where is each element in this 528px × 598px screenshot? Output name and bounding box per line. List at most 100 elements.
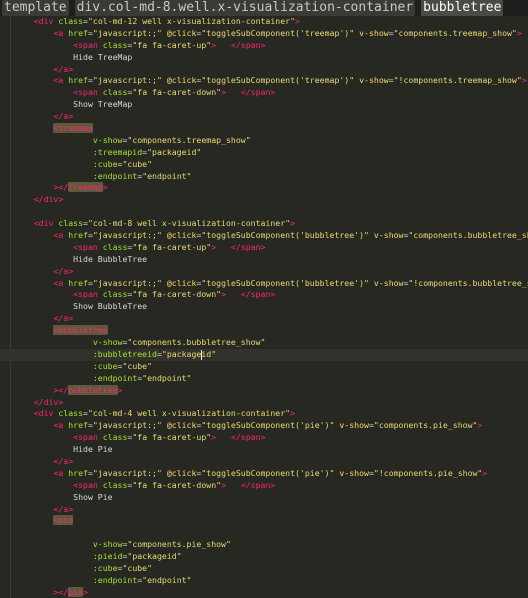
code-line[interactable]: v-show="components.pie_show" [0, 539, 528, 551]
code-line[interactable]: <a href="javascript:;" @click="toggleSub… [0, 278, 528, 290]
code-token: </span> [240, 479, 276, 490]
code-line[interactable]: </a> [0, 64, 528, 76]
code-token: </a> [53, 455, 74, 466]
code-line[interactable]: <a href="javascript:;" @click="toggleSub… [0, 28, 528, 40]
code-line[interactable]: Hide BubbleTree [0, 254, 528, 266]
code-line[interactable]: <a href="javascript:;" @click="toggleSub… [0, 75, 528, 87]
code-line[interactable]: Show BubbleTree [0, 301, 528, 313]
code-token: > [290, 218, 296, 229]
code-line[interactable]: <treemap [0, 123, 528, 135]
code-line[interactable]: :treemapid="packageid" [0, 147, 528, 159]
code-line[interactable]: :endpoint="endpoint" [0, 171, 528, 183]
code-line[interactable]: <span class="fa fa-caret-up"> </span> [0, 242, 528, 254]
code-line[interactable]: </a> [0, 313, 528, 325]
code-token: "packageid" [147, 146, 202, 157]
code-token: "components.bubbletree_sh [408, 230, 528, 241]
code-token: v-show [373, 230, 404, 241]
code-lines[interactable]: <div class="col-md-12 well x-visualizati… [0, 16, 528, 598]
code-line[interactable]: Show TreeMap [0, 99, 528, 111]
code-line[interactable]: <pie [0, 515, 528, 527]
code-line[interactable]: </a> [0, 111, 528, 123]
code-token: :endpoint [92, 170, 138, 181]
code-line[interactable]: </div> [0, 397, 528, 409]
code-line[interactable]: :cube="cube" [0, 159, 528, 171]
code-token: <treemap [53, 123, 93, 134]
code-line[interactable]: Hide Pie [0, 444, 528, 456]
code-line[interactable]: v-show="components.treemap_show" [0, 135, 528, 147]
code-line[interactable]: ></pie> [0, 586, 528, 598]
code-line[interactable]: <span class="fa fa-caret-down"> </span> [0, 289, 528, 301]
code-token: bubbletree [68, 384, 118, 395]
code-token: <a [53, 230, 64, 241]
code-line[interactable]: <span class="fa fa-caret-up"> </span> [0, 432, 528, 444]
code-token: </div> [33, 194, 64, 205]
code-token: class [102, 39, 128, 50]
code-line[interactable]: :bubbletreeid="packageid" [0, 348, 528, 361]
code-token: class [58, 408, 84, 419]
code-line[interactable]: <span class="fa fa-caret-up"> </span> [0, 40, 528, 52]
code-token: > [477, 420, 483, 431]
code-token: :cube [92, 158, 118, 169]
code-token: :endpoint [92, 574, 138, 585]
code-line[interactable]: <a href="javascript:;" @click="toggleSub… [0, 420, 528, 432]
code-token: href [68, 75, 88, 86]
code-line[interactable]: <div class="col-md-12 well x-visualizati… [0, 16, 528, 28]
code-line[interactable]: :cube="cube" [0, 361, 528, 373]
code-line[interactable]: v-show="components.bubbletree_show" [0, 337, 528, 349]
code-line[interactable]: <bubbletree [0, 325, 528, 337]
breadcrumb-item[interactable]: template [2, 0, 69, 16]
code-line[interactable]: ></bubbletree> [0, 384, 528, 397]
code-token: </span> [230, 432, 266, 443]
code-token: "components.bubbletree_show" [127, 337, 266, 348]
code-token: :cube [92, 562, 118, 573]
code-token: > [117, 384, 123, 395]
code-token: "toggleSubComponent('treemap')" [201, 27, 355, 38]
code-line[interactable]: <div class="col-md-4 well x-visualizatio… [0, 408, 528, 420]
code-line[interactable] [0, 206, 528, 218]
code-line[interactable] [0, 527, 528, 539]
breadcrumb-item[interactable]: bubbletree [421, 0, 504, 16]
code-token: "toggleSubComponent('bubbletree')" [201, 230, 369, 241]
code-token: <span [73, 87, 98, 98]
code-line[interactable]: <a href="javascript:;" @click="toggleSub… [0, 468, 528, 480]
code-line[interactable]: </div> [0, 194, 528, 206]
code-token: "javascript:;" [92, 420, 162, 431]
code-editor[interactable]: <div class="col-md-12 well x-visualizati… [0, 16, 528, 598]
code-line[interactable]: </a> [0, 504, 528, 516]
code-line[interactable]: Show Pie [0, 492, 528, 504]
code-token: "fa fa-caret-up" [132, 432, 212, 443]
code-line[interactable]: Hide TreeMap [0, 52, 528, 64]
code-line[interactable]: :endpoint="endpoint" [0, 373, 528, 385]
code-token: "toggleSubComponent('bubbletree')" [201, 277, 369, 288]
code-line[interactable]: </a> [0, 266, 528, 278]
code-line[interactable]: ></treemap> [0, 182, 528, 194]
code-token: pie [68, 586, 84, 597]
code-line[interactable]: :pieid="packageid" [0, 551, 528, 563]
breadcrumb-item[interactable]: div.col-md-8.well.x-visualization-contai… [74, 0, 416, 16]
code-line[interactable]: </a> [0, 456, 528, 468]
code-token: <a [53, 420, 64, 431]
code-line[interactable]: <div class="col-md-8 well x-visualizatio… [0, 218, 528, 230]
code-token: <a [53, 467, 64, 478]
code-line[interactable]: :cube="cube" [0, 563, 528, 575]
code-token: "components.treemap_show" [393, 27, 517, 38]
code-token: :pieid [92, 551, 123, 562]
code-token: :treemapid [92, 146, 143, 157]
code-line[interactable]: <span class="fa fa-caret-down"> </span> [0, 480, 528, 492]
code-line[interactable]: :endpoint="endpoint" [0, 575, 528, 587]
code-token: <div [33, 218, 54, 229]
code-line[interactable]: <a href="javascript:;" @click="toggleSub… [0, 230, 528, 242]
code-line[interactable]: <span class="fa fa-caret-down"> </span> [0, 87, 528, 99]
